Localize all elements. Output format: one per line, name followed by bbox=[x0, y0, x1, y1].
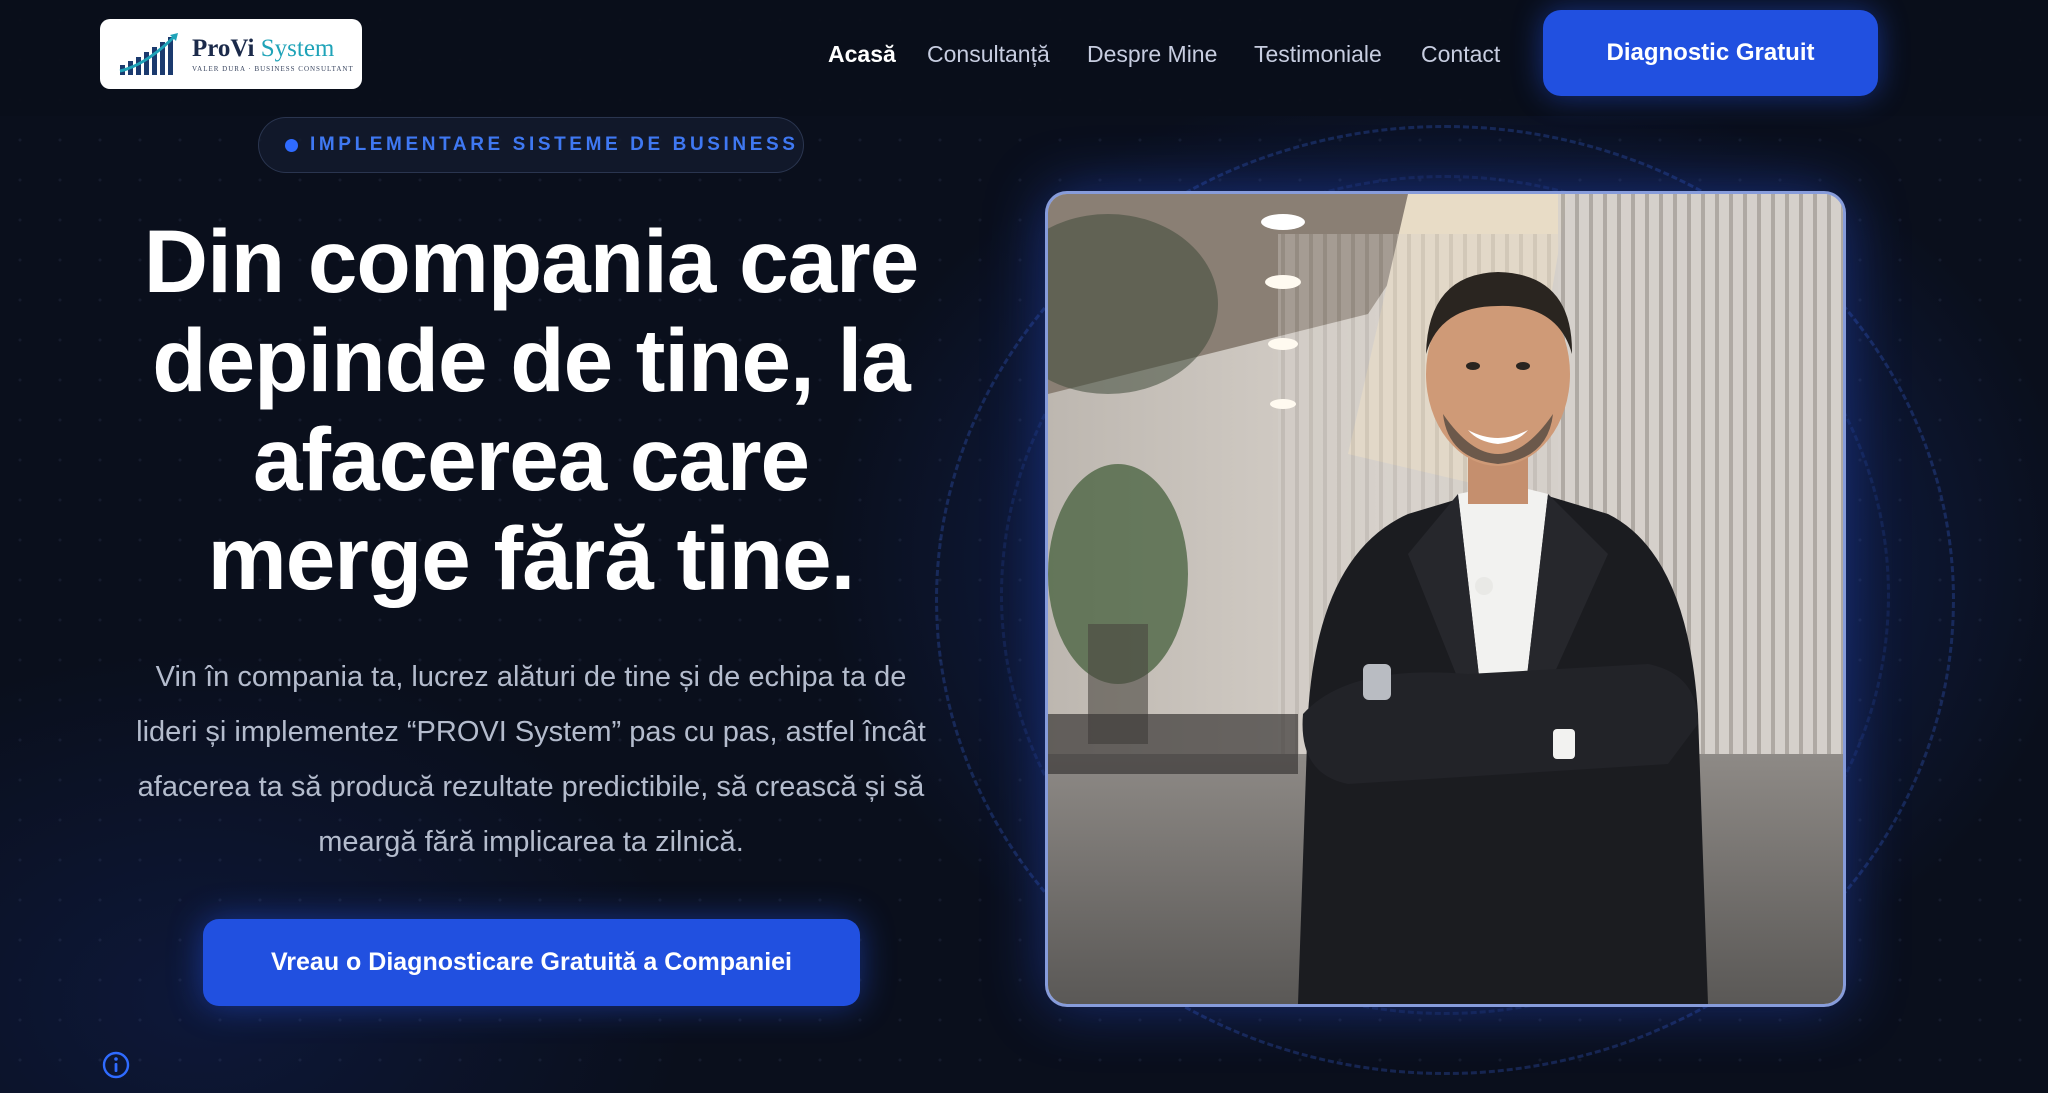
info-icon[interactable] bbox=[101, 1050, 131, 1080]
landing-page: ProVi System VALER DURA · BUSINESS CONSU… bbox=[0, 0, 2048, 1093]
diagnostic-gratuit-button[interactable]: Diagnostic Gratuit bbox=[1543, 10, 1878, 96]
lead-line: lideri și implementez “PROVI System” pas… bbox=[136, 716, 926, 748]
headline-line: afacerea care bbox=[252, 409, 810, 509]
section-badge: IMPLEMENTARE SISTEME DE BUSINESS bbox=[258, 117, 804, 173]
consultant-portrait-photo bbox=[1045, 191, 1846, 1007]
diagnosticare-gratuita-button[interactable]: Vreau o Diagnosticare Gratuită a Compani… bbox=[203, 919, 860, 1006]
hero-lead-paragraph: Vin în compania ta, lucrez alături de ti… bbox=[88, 650, 974, 870]
nav-item-acasa[interactable]: Acasă bbox=[828, 36, 896, 72]
headline-line: depinde de tine, la bbox=[152, 310, 910, 410]
nav-item-consultanta[interactable]: Consultanță bbox=[927, 36, 1050, 72]
site-header: ProVi System VALER DURA · BUSINESS CONSU… bbox=[0, 0, 2048, 116]
headline-line: merge fără tine. bbox=[207, 508, 856, 608]
nav-item-contact[interactable]: Contact bbox=[1421, 36, 1500, 72]
lead-line: meargă fără implicarea ta zilnică. bbox=[318, 826, 744, 858]
nav-item-despre-mine[interactable]: Despre Mine bbox=[1087, 36, 1217, 72]
lead-line: afacerea ta să producă rezultate predict… bbox=[137, 771, 925, 803]
lead-line: Vin în compania ta, lucrez alături de ti… bbox=[155, 661, 907, 693]
badge-dot-icon bbox=[285, 138, 298, 152]
hero-headline: Din compania care depinde de tine, la af… bbox=[60, 212, 1002, 608]
nav-item-testimoniale[interactable]: Testimoniale bbox=[1254, 36, 1382, 72]
badge-text: IMPLEMENTARE SISTEME DE BUSINESS bbox=[310, 134, 799, 155]
headline-line: Din compania care bbox=[143, 211, 919, 311]
